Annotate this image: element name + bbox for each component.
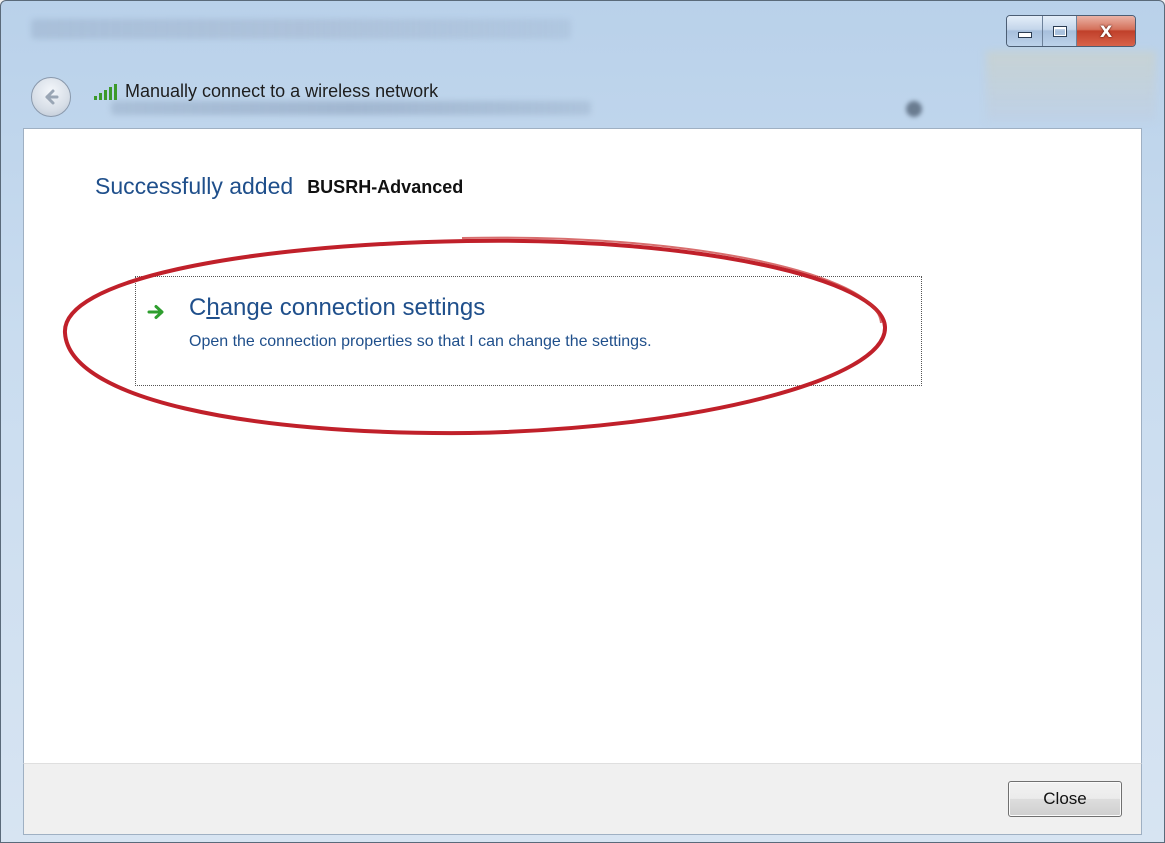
back-button[interactable] [31, 77, 71, 117]
command-link-description: Open the connection properties so that I… [189, 333, 652, 350]
wireless-signal-icon [94, 84, 117, 100]
page-heading: Successfully added BUSRH-Advanced [95, 173, 463, 200]
minimize-button[interactable] [1007, 16, 1043, 46]
background-blur [111, 101, 591, 115]
background-blur [906, 101, 922, 117]
minimize-icon [1017, 32, 1032, 38]
title-access-key: h [206, 294, 220, 321]
close-icon: X [1099, 21, 1113, 41]
background-blur [986, 51, 1156, 121]
change-connection-settings-link[interactable]: Change connection settings Open the conn… [135, 276, 922, 386]
command-link-title: Change connection settings [189, 294, 485, 322]
wizard-footer: Close [23, 763, 1142, 835]
title-prefix: C [189, 294, 207, 321]
maximize-button[interactable] [1043, 16, 1077, 46]
wizard-title: Manually connect to a wireless network [125, 81, 439, 101]
window-close-button[interactable]: X [1077, 16, 1135, 46]
heading-text: Successfully added [95, 173, 294, 199]
green-arrow-icon [147, 305, 164, 319]
back-arrow-icon [45, 89, 59, 105]
wizard-window: X Manually connect to a wireless network… [0, 0, 1165, 843]
maximize-icon [1052, 25, 1067, 37]
caption-buttons: X [1006, 15, 1136, 47]
network-name: BUSRH-Advanced [307, 177, 464, 197]
wizard-content: Successfully added BUSRH-Advanced Change … [23, 128, 1142, 763]
title-suffix: ange connection settings [219, 294, 486, 321]
close-button[interactable]: Close [1008, 781, 1122, 817]
background-blur [31, 19, 571, 39]
